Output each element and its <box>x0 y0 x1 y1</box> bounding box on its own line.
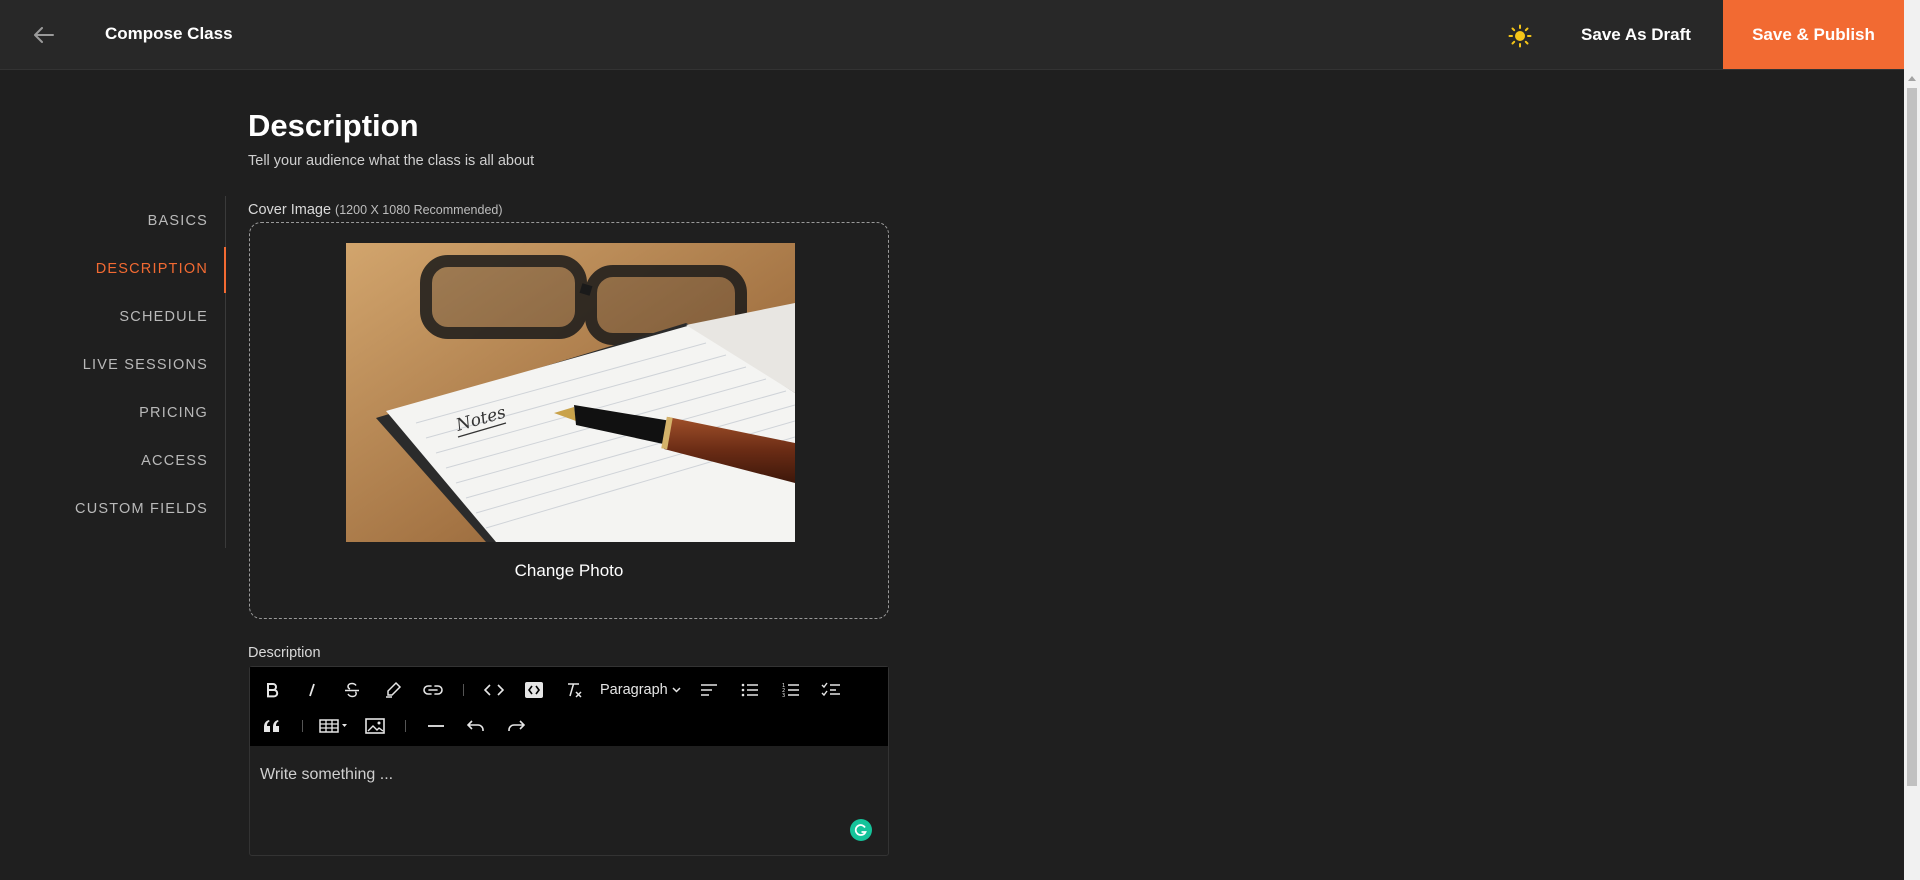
nav-item-custom-fields[interactable]: CUSTOM FIELDS <box>75 501 208 517</box>
grammarly-icon <box>854 824 867 836</box>
bold-button[interactable] <box>258 677 286 703</box>
paragraph-style-select[interactable]: Paragraph <box>600 677 681 703</box>
paragraph-style-value: Paragraph <box>600 682 668 698</box>
clear-format-icon <box>568 683 582 698</box>
undo-icon <box>467 720 484 731</box>
section-subtitle: Tell your audience what the class is all… <box>248 153 535 169</box>
page-scrollbar[interactable] <box>1904 0 1920 880</box>
italic-button[interactable] <box>298 677 326 703</box>
checklist-icon <box>821 682 840 697</box>
link-button[interactable] <box>419 677 447 703</box>
highlight-button[interactable] <box>379 677 407 703</box>
code-icon <box>484 684 504 696</box>
highlighter-icon <box>386 681 402 698</box>
bold-icon <box>267 683 279 698</box>
strikethrough-button[interactable] <box>338 677 366 703</box>
table-icon <box>319 719 347 733</box>
redo-button[interactable] <box>502 713 530 739</box>
align-left-icon <box>701 684 717 696</box>
code-block-button[interactable] <box>520 677 548 703</box>
description-textarea[interactable]: Write something ... <box>250 746 888 856</box>
quote-icon <box>264 720 279 732</box>
cover-image-hint: (1200 X 1080 Recommended) <box>335 203 503 217</box>
insert-image-button[interactable] <box>361 713 389 739</box>
nav-item-pricing[interactable]: PRICING <box>139 405 208 421</box>
grammarly-button[interactable] <box>850 819 872 841</box>
description-label: Description <box>248 645 321 661</box>
theme-toggle-button[interactable] <box>1506 22 1534 50</box>
strikethrough-icon <box>345 682 359 698</box>
nav-item-basics[interactable]: BASICS <box>148 213 208 229</box>
align-left-button[interactable] <box>695 677 723 703</box>
link-icon <box>423 685 443 695</box>
nav-item-access[interactable]: ACCESS <box>141 453 208 469</box>
undo-button[interactable] <box>462 713 490 739</box>
back-button[interactable] <box>30 22 58 48</box>
blockquote-button[interactable] <box>258 713 286 739</box>
toolbar-divider <box>302 720 303 732</box>
redo-icon <box>508 720 525 731</box>
chevron-down-icon <box>672 687 681 693</box>
italic-icon <box>309 683 315 697</box>
task-list-button[interactable] <box>817 677 845 703</box>
sun-icon <box>1508 24 1532 48</box>
arrow-left-icon <box>34 27 54 43</box>
horizontal-rule-button[interactable] <box>422 713 450 739</box>
save-as-draft-button[interactable]: Save As Draft <box>1566 0 1706 70</box>
nav-item-live-sessions[interactable]: LIVE SESSIONS <box>83 357 208 373</box>
image-icon <box>365 718 385 734</box>
scroll-thumb[interactable] <box>1907 88 1917 786</box>
numbered-list-button[interactable]: 123 <box>777 677 805 703</box>
nav-item-description[interactable]: DESCRIPTION <box>96 261 208 277</box>
cover-image-preview: Notes <box>346 243 795 542</box>
cover-image-label-text: Cover Image <box>248 202 332 218</box>
section-nav: BASICS DESCRIPTION SCHEDULE LIVE SESSION… <box>0 196 226 548</box>
svg-text:3: 3 <box>782 693 785 698</box>
scroll-up-arrow[interactable] <box>1904 70 1920 86</box>
toolbar-divider <box>405 720 406 732</box>
code-block-icon <box>525 682 543 698</box>
section-title: Description <box>248 108 419 143</box>
toolbar-divider <box>463 684 464 696</box>
bullet-list-button[interactable] <box>736 677 764 703</box>
description-editor: Paragraph 123 Write something ... <box>249 666 889 856</box>
change-photo-button[interactable]: Change Photo <box>250 561 888 581</box>
table-button[interactable] <box>316 713 352 739</box>
save-and-publish-button[interactable]: Save & Publish <box>1723 0 1904 69</box>
cover-image-dropzone[interactable]: Notes Change Photo <box>249 222 889 619</box>
bullet-list-icon <box>741 683 758 697</box>
numbered-list-icon: 123 <box>782 683 799 698</box>
cover-image-label: Cover Image (1200 X 1080 Recommended) <box>248 202 503 218</box>
horizontal-rule-icon <box>428 725 444 727</box>
code-button[interactable] <box>480 677 508 703</box>
nav-active-indicator <box>224 247 226 293</box>
nav-item-schedule[interactable]: SCHEDULE <box>119 309 208 325</box>
editor-toolbar: Paragraph 123 <box>250 667 888 746</box>
clear-format-button[interactable] <box>560 677 588 703</box>
top-bar: Compose Class Save As Draft Save & Publi… <box>0 0 1904 70</box>
page-title: Compose Class <box>105 24 233 43</box>
